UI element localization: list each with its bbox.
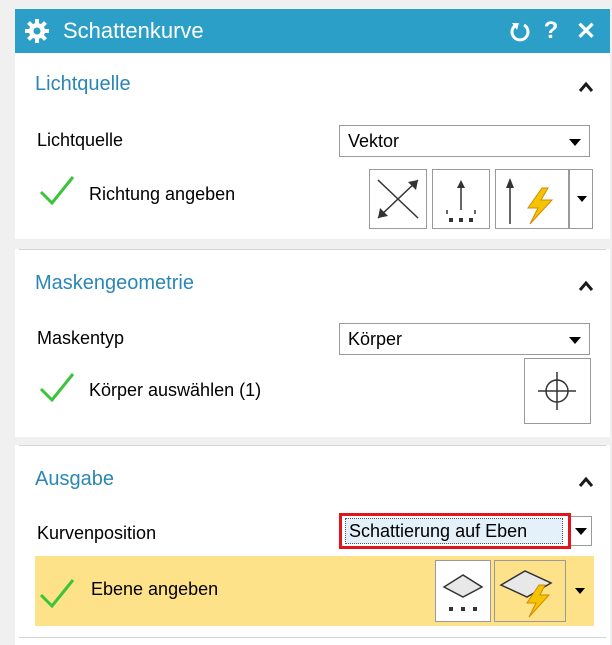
section-heading[interactable]: Lichtquelle [35,73,131,96]
lichtquelle-label: Lichtquelle [37,130,124,150]
status-label: Ebene angeben [91,579,219,599]
dropdown-arrow-icon [569,337,581,344]
section-gap [15,239,610,249]
status-label: Körper auswählen (1) [89,380,262,400]
section-lichtquelle: Lichtquelle Lichtquelle Vektor Richtung … [19,53,606,239]
reverse-direction-button[interactable] [369,169,427,229]
vector-dialog-button[interactable] [432,169,490,229]
dialog-title: Schattenkurve [63,18,204,43]
section-heading[interactable]: Ausgabe [35,468,114,491]
plane-dialog-button[interactable] [435,560,491,622]
plane-options-dropdown[interactable] [569,560,591,622]
reverse-direction-icon [377,179,419,219]
title-bar: Schattenkurve ? ✕ [15,9,610,53]
status-label: Richtung angeben [89,184,236,204]
section-heading[interactable]: Maskengeometrie [35,272,194,295]
select-body-button[interactable] [524,358,591,424]
dropdown-arrow-icon [569,139,581,146]
vector-dialog-icon [446,180,476,222]
kurvenposition-dropdown[interactable]: Schattierung auf Eben [339,513,592,549]
dropdown-arrow-icon [575,528,587,535]
vector-options-dropdown[interactable] [569,169,593,229]
vector-lightning-icon [506,178,554,225]
collapse-chevron-icon[interactable] [578,81,594,93]
dropdown-arrow-icon [575,588,585,594]
check-icon [39,579,75,608]
section-divider [19,637,606,638]
crosshair-icon [538,372,576,410]
section-maskengeometrie: Maskengeometrie Maskentyp Körper Körper … [19,249,606,438]
lichtquelle-dropdown[interactable]: Vektor [339,125,590,157]
collapse-chevron-icon[interactable] [578,280,594,292]
selection-step-row[interactable]: Ebene angeben [35,556,594,626]
close-button[interactable]: ✕ [573,17,599,45]
section-ausgabe: Ausgabe Kurvenposition Schattierung auf … [19,445,606,630]
check-icon [39,373,75,402]
section-gap [15,437,610,445]
kurvenposition-label: Kurvenposition [37,523,157,543]
help-button[interactable]: ? [541,17,561,45]
dropdown-value: Vektor [348,131,400,151]
dropdown-value: Körper [348,329,403,349]
gear-icon[interactable] [25,19,49,43]
check-icon [39,176,75,205]
dropdown-arrow-icon [577,196,587,202]
plane-lightning-icon [499,570,553,618]
maskentyp-dropdown[interactable]: Körper [339,323,590,355]
plane-inference-button[interactable] [494,560,566,622]
plane-dialog-icon [442,574,484,611]
collapse-chevron-icon[interactable] [578,476,594,488]
maskentyp-label: Maskentyp [37,328,125,348]
schattenkurve-dialog: Schattenkurve ? ✕ Lichtquelle Lichtquell… [15,9,610,645]
vector-inference-button[interactable] [495,169,569,229]
dropdown-value: Schattierung auf Eben [349,521,528,541]
dropdown-arrow-box[interactable] [571,516,592,546]
reset-icon[interactable] [509,20,531,42]
